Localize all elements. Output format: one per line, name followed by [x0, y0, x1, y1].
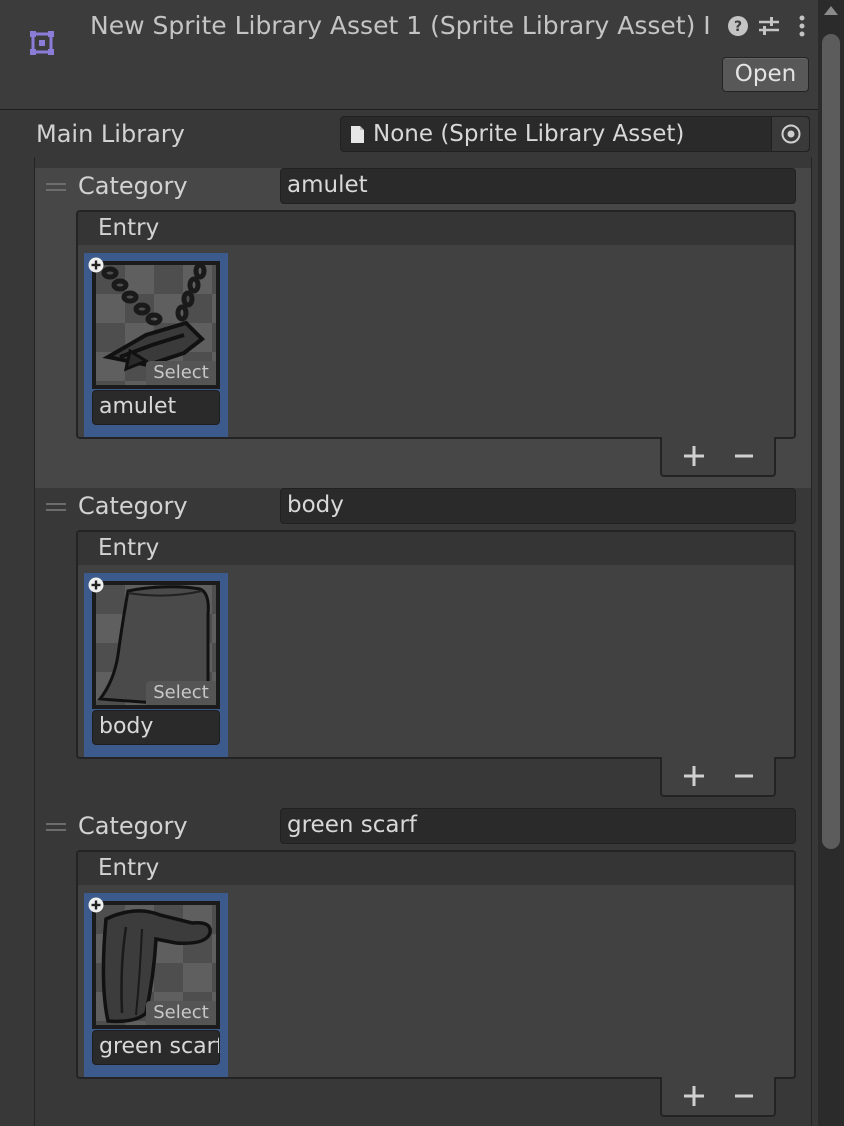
add-entry-button[interactable] [676, 761, 712, 791]
object-picker-button[interactable] [771, 117, 809, 151]
minus-icon [735, 454, 753, 458]
main-library-value: None (Sprite Library Asset) [373, 121, 685, 147]
plus-icon [684, 766, 704, 786]
category-item: Category green scarf Entry Select green … [35, 808, 811, 1126]
add-override-icon[interactable] [88, 897, 104, 913]
sprite-thumbnail[interactable]: Select [92, 261, 220, 389]
category-label: Category [78, 492, 188, 520]
add-entry-button[interactable] [676, 441, 712, 471]
sprite-library-asset-icon [30, 31, 54, 55]
scroll-up-arrow-icon[interactable] [824, 6, 838, 15]
category-name-input[interactable]: amulet [280, 168, 796, 204]
open-button[interactable]: Open [722, 57, 809, 92]
remove-entry-button[interactable] [726, 441, 762, 471]
entry-list: Entry Select amulet [76, 210, 796, 439]
entry-list: Entry Select body [76, 530, 796, 759]
vertical-scrollbar[interactable] [818, 0, 844, 1126]
entry-header: Entry [78, 212, 794, 245]
category-item: Category body Entry Select body [35, 488, 811, 808]
category-label: Category [78, 812, 188, 840]
category-label: Category [78, 172, 188, 200]
drag-handle-icon[interactable] [46, 183, 66, 191]
entry-header-label: Entry [98, 855, 160, 881]
entry-header-label: Entry [98, 215, 160, 241]
drag-handle-icon[interactable] [46, 823, 66, 831]
entry-tile[interactable]: Select body [84, 573, 228, 757]
add-override-icon[interactable] [88, 577, 104, 593]
category-item: Category amulet Entry Select amulet [35, 168, 811, 488]
main-library-label: Main Library [36, 120, 185, 148]
category-name-input[interactable]: green scarf [280, 808, 796, 844]
add-override-icon[interactable] [88, 257, 104, 273]
svg-text:?: ? [734, 19, 742, 35]
select-sprite-button[interactable]: Select [146, 361, 216, 385]
entry-header: Entry [78, 852, 794, 885]
sprite-thumbnail[interactable]: Select [92, 581, 220, 709]
entry-list: Entry Select green scarf [76, 850, 796, 1079]
plus-icon [684, 446, 704, 466]
entry-name-input[interactable]: green scarf [92, 1030, 220, 1065]
minus-icon [735, 774, 753, 778]
kebab-menu-icon[interactable] [790, 14, 814, 38]
main-library-field[interactable]: None (Sprite Library Asset) [340, 116, 810, 152]
entry-list-footer [660, 1077, 776, 1117]
document-icon [351, 126, 364, 143]
drag-handle-icon[interactable] [46, 503, 66, 511]
entry-name-input[interactable]: amulet [92, 390, 220, 425]
remove-entry-button[interactable] [726, 1081, 762, 1111]
category-name-input[interactable]: body [280, 488, 796, 524]
presets-icon[interactable] [757, 14, 781, 38]
sprite-thumbnail[interactable]: Select [92, 901, 220, 1029]
entry-tile[interactable]: Select green scarf [84, 893, 228, 1077]
entry-tile[interactable]: Select amulet [84, 253, 228, 437]
inspector-title: New Sprite Library Asset 1 (Sprite Libra… [90, 11, 711, 40]
plus-icon [684, 1086, 704, 1106]
entry-header-label: Entry [98, 535, 160, 561]
entry-header: Entry [78, 532, 794, 565]
help-icon[interactable]: ? [726, 14, 750, 38]
scroll-thumb[interactable] [822, 34, 840, 849]
inspector-header: New Sprite Library Asset 1 (Sprite Libra… [0, 0, 818, 110]
minus-icon [735, 1094, 753, 1098]
entry-list-footer [660, 437, 776, 477]
add-entry-button[interactable] [676, 1081, 712, 1111]
select-sprite-button[interactable]: Select [146, 1001, 216, 1025]
select-sprite-button[interactable]: Select [146, 681, 216, 705]
object-picker-icon [781, 124, 800, 144]
entry-list-footer [660, 757, 776, 797]
entry-name-input[interactable]: body [92, 710, 220, 745]
remove-entry-button[interactable] [726, 761, 762, 791]
